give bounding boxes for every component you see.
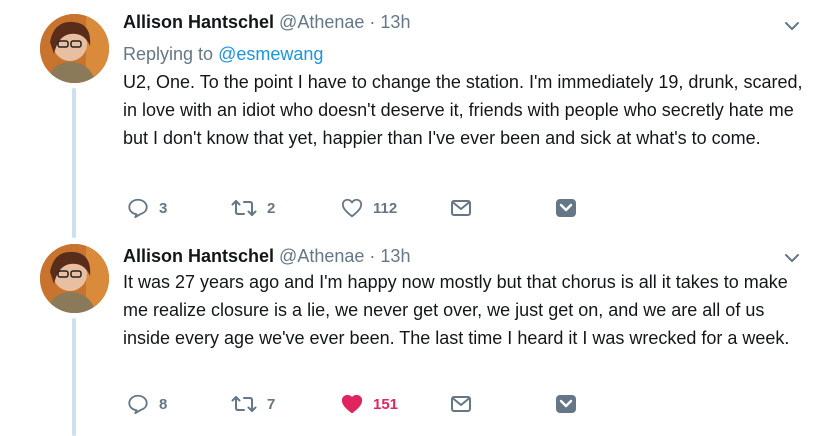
retweet-icon (231, 200, 257, 216)
retweet-button[interactable]: 2 (231, 194, 275, 222)
share-button[interactable] (555, 390, 577, 418)
tweet[interactable]: Allison Hantschel @Athenae · 13h Replyin… (0, 10, 838, 230)
retweet-button[interactable]: 7 (231, 390, 275, 418)
author-name[interactable]: Allison Hantschel (123, 246, 274, 266)
direct-message-button[interactable] (449, 194, 473, 222)
heart-icon (341, 394, 363, 414)
direct-message-button[interactable] (449, 390, 473, 418)
author-handle[interactable]: @Athenae (279, 246, 364, 266)
like-count: 151 (373, 395, 399, 413)
avatar[interactable] (40, 14, 109, 83)
timestamp[interactable]: 13h (380, 12, 410, 32)
reply-icon (128, 394, 148, 415)
chevron-down-icon[interactable] (782, 248, 802, 268)
reply-button[interactable]: 8 (127, 390, 167, 418)
replying-prefix: Replying to (123, 44, 214, 64)
retweet-count: 2 (267, 199, 276, 217)
separator: · (369, 246, 376, 266)
chevron-down-icon[interactable] (782, 16, 802, 36)
tweet-header: Allison Hantschel @Athenae · 13h (123, 10, 410, 34)
replying-to: Replying to @esmewang (123, 42, 323, 66)
share-icon (556, 395, 576, 413)
reply-icon (128, 198, 148, 219)
share-button[interactable] (555, 194, 577, 222)
like-button[interactable]: 151 (341, 390, 398, 418)
heart-icon (341, 198, 363, 218)
reply-count: 8 (159, 395, 168, 413)
tweet-actions: 8 7 151 (123, 390, 583, 418)
avatar[interactable] (40, 244, 109, 313)
tweet-header: Allison Hantschel @Athenae · 13h (123, 244, 410, 268)
message-icon (451, 396, 471, 412)
separator: · (369, 12, 376, 32)
reply-button[interactable]: 3 (127, 194, 167, 222)
share-icon (556, 199, 576, 217)
message-icon (451, 200, 471, 216)
retweet-count: 7 (267, 395, 276, 413)
like-button[interactable]: 112 (341, 194, 397, 222)
tweet[interactable]: Allison Hantschel @Athenae · 13h It was … (0, 244, 838, 434)
author-name[interactable]: Allison Hantschel (123, 12, 274, 32)
retweet-icon (231, 396, 257, 412)
tweet-text: U2, One. To the point I have to change t… (123, 72, 803, 148)
replying-mention[interactable]: @esmewang (218, 44, 323, 64)
timestamp[interactable]: 13h (380, 246, 410, 266)
tweet-text: It was 27 years ago and I'm happy now mo… (123, 272, 790, 348)
tweet-actions: 3 2 112 (123, 194, 583, 222)
like-count: 112 (373, 199, 398, 217)
reply-count: 3 (159, 199, 168, 217)
author-handle[interactable]: @Athenae (279, 12, 364, 32)
